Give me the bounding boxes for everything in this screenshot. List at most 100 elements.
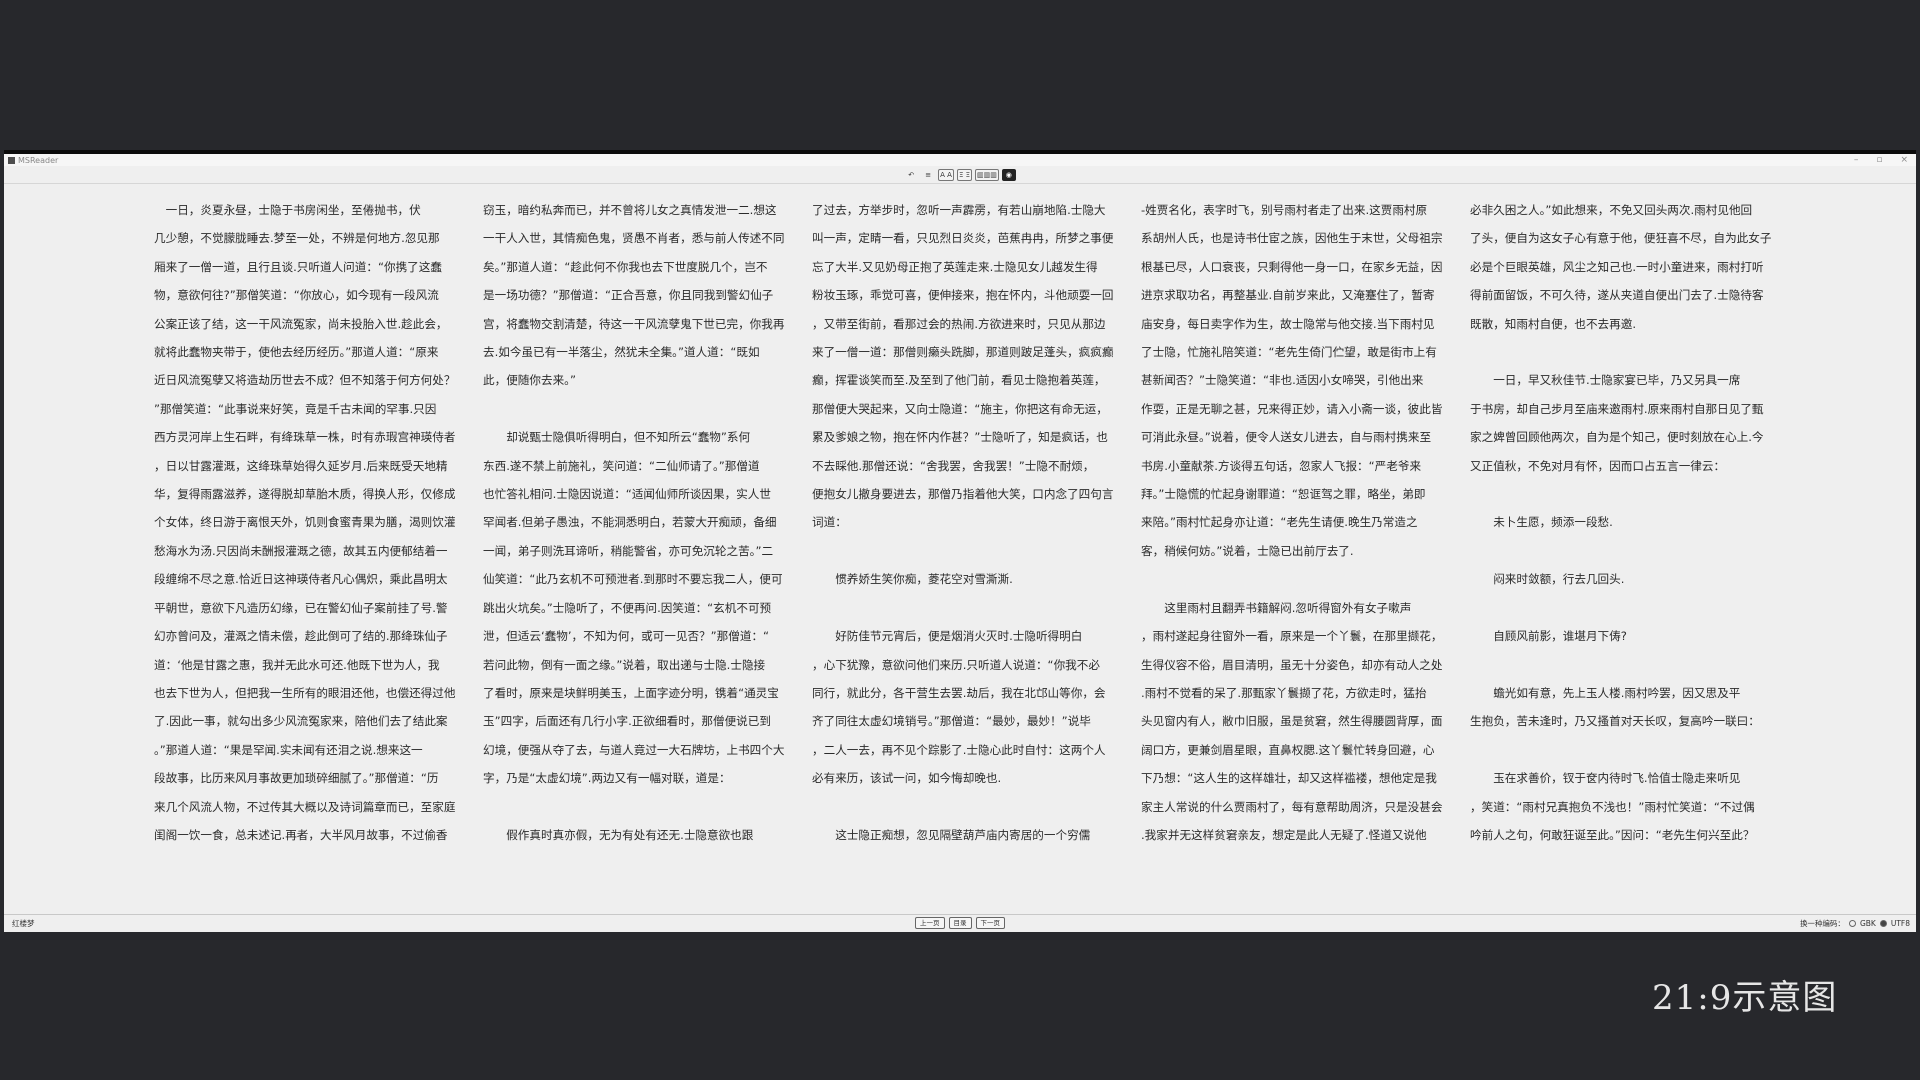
text-line: 矣。”那道人道：“趁此何不你我也去下世度脱几个，岂不 [483, 259, 768, 274]
toolbar: ↶ ≡ A A Ξ Ξ ▥▥▥ ◉ [4, 168, 1916, 182]
text-line: 累及爹娘之物，抱在怀内作甚？”士隐听了，知是疯话，也 [812, 430, 1108, 445]
text-line: 玉在求善价，钗于奁内待时飞.恰值士隐走来听见 [1470, 771, 1741, 786]
text-line: 惯养娇生笑你痴，菱花空对雪澌澌. [812, 572, 1013, 587]
next-page-button[interactable]: 下一页 [975, 917, 1005, 929]
minimize-icon[interactable]: – [1854, 155, 1859, 165]
text-line: ，又带至街前，看那过会的热闹.方欲进来时，只见从那边 [812, 316, 1106, 331]
utf8-radio[interactable] [1879, 920, 1887, 927]
list-icon[interactable]: ≡ [921, 169, 935, 181]
line-spacing-button[interactable]: Ξ Ξ [956, 169, 973, 181]
text-line: 作耍，正是无聊之甚，兄来得正妙，请入小斋一谈，彼此皆 [1141, 401, 1443, 416]
text-line: 来了一僧一道：那僧则癞头跣脚，那道则跛足蓬头，疯疯癫 [812, 345, 1114, 360]
text-line: 齐了同往太虚幻境销号。”那僧道：“最妙，最妙！”说毕 [812, 714, 1091, 729]
text-line: 物，意欲何往?”那僧笑道：“你放心，如今现有一段风流 [154, 288, 439, 303]
page-navigation: 上一页 目录 下一页 [915, 917, 1005, 929]
text-line: 公案正该了结，这一干风流冤家，尚未投胎入世.趁此会， [154, 316, 448, 331]
text-line: 却说甄士隐俱听得明白，但不知所云“蠢物”系何 [483, 430, 751, 445]
text-line: 东西.遂不禁上前施礼，笑问道：“二仙师请了。”那僧道 [483, 458, 760, 473]
text-line: 客，稍候何妨。”说着，士隐已出前厅去了. [1141, 543, 1354, 558]
text-line: 宫，将蠢物交割清楚，待这一干风流孽鬼下世已完，你我再 [483, 316, 785, 331]
text-line: 了头，便自为这女子心有意于他，便狂喜不尽，自为此女子 [1470, 231, 1772, 246]
text-line: 这士隐正痴想，忽见隔壁葫芦庙内寄居的一个穷儒 [812, 827, 1091, 842]
app-icon [8, 156, 15, 164]
text-line: .我家并无这样贫窘亲友，想定是此人无疑了.怪道又说他 [1141, 827, 1427, 842]
maximize-icon[interactable]: ▫ [1876, 155, 1882, 165]
text-line: 闺阁一饮一食，总未述记.再者，大半风月故事，不过偷香 [154, 827, 448, 842]
utf8-label: UTF8 [1890, 919, 1910, 928]
text-line: -姓贾名化，表字时飞，别号雨村者走了出来.这贾雨村原 [1141, 203, 1428, 217]
text-line [812, 594, 1141, 622]
prev-page-button[interactable]: 上一页 [915, 917, 945, 929]
gbk-label: GBK [1859, 919, 1876, 928]
text-line: 闷来时敛额，行去几回头. [1470, 572, 1625, 587]
text-line: 生得仪容不俗，眉目清明，虽无十分姿色，却亦有动人之处 [1141, 657, 1443, 672]
book-title: 红楼梦 [12, 919, 35, 928]
text-line: 愁海水为汤.只因尚未酬报灌溉之德，故其五内便郁结着一 [154, 543, 448, 558]
text-line: ，日以甘露灌溉，这绛珠草始得久延岁月.后来既受天地精 [154, 458, 448, 473]
window-controls: – ▫ × [1854, 154, 1908, 166]
text-line [1470, 594, 1799, 622]
app-title: MSReader [18, 155, 59, 165]
text-line: 道：‘他是甘露之惠，我并无此水可还.他既下世为人，我 [154, 657, 440, 672]
text-line: 西方灵河岸上生石畔，有绛珠草一株，时有赤瑕宫神瑛侍者 [154, 430, 456, 445]
text-line: 来陪。”雨村忙起身亦让道：“老先生请便.晚生乃常造之 [1141, 515, 1418, 530]
text-line: 段故事，比历来风月事故更加琐碎细腻了。”那僧道：“历 [154, 771, 439, 786]
text-line: 一日，早又秋佳节.士隐家宴已毕，乃又另具一席 [1470, 373, 1741, 388]
text-line: 癫，挥霍谈笑而至.及至到了他门前，看见士隐抱着英莲， [812, 373, 1106, 388]
reader-window: MSReader – ▫ × ↶ ≡ A A Ξ Ξ ▥▥▥ ◉ 一日，炎夏永昼… [4, 150, 1916, 932]
text-line: 段缠绵不尽之意.恰近日这神瑛侍者凡心偶炽，乘此昌明太 [154, 572, 448, 587]
toolbar-divider [4, 183, 1916, 184]
close-icon[interactable]: × [1900, 155, 1908, 165]
text-line: 跳出火坑矣。”士隐听了，不便再问.因笑道：“玄机不可预 [483, 600, 772, 615]
text-line: 。”那道人道：“果是罕闻.实未闻有还泪之说.想来这一 [154, 742, 423, 757]
theme-toggle-icon[interactable]: ◉ [1001, 169, 1016, 181]
text-line: 了过去，方举步时，忽听一声霹雳，有若山崩地陷.士隐大 [812, 203, 1106, 217]
text-line: 了士隐，忙施礼陪笑道：“老先生倚门伫望，敢是街市上有 [1141, 345, 1437, 360]
text-line: 罕闻者.但弟子愚浊，不能洞悉明白，若蒙大开痴顽，备细 [483, 515, 777, 530]
text-column-3: 了过去，方举步时，忽听一声霹雳，有若山崩地陷.士隐大 叫一声，定睛一看，只见烈日炎… [812, 196, 1141, 866]
text-line: 阔口方，更兼剑眉星眼，直鼻权腮.这丫鬟忙转身回避，心 [1141, 742, 1435, 757]
text-line: 头见窗内有人，敝巾旧服，虽是贫窘，然生得腰圆背厚，面 [1141, 714, 1443, 729]
text-line: 是一场功德？”那僧道：“正合吾意，你且同我到警幻仙子 [483, 288, 774, 303]
text-line: 好防佳节元宵后，便是烟消火灭时.士隐听得明白 [812, 629, 1083, 644]
column-layout-button[interactable]: ▥▥▥ [975, 169, 999, 181]
text-line: 庙安身，每日卖字作为生，故士隐常与他交接.当下雨村见 [1141, 316, 1435, 331]
text-line: 了.因此一事，就勾出多少风流冤家来，陪他们去了结此案 [154, 714, 448, 729]
undo-icon[interactable]: ↶ [904, 169, 918, 181]
text-line: 来几个风流人物，不过传其大概以及诗词篇章而已，至家庭 [154, 799, 456, 814]
text-line: 下乃想：“这人生的这样雄壮，却又这样褴褛，想他定是我 [1141, 771, 1437, 786]
text-line: 必非久困之人。”如此想来，不免又回头两次.雨村见他回 [1470, 203, 1753, 217]
text-line: 一闻，弟子则洗耳谛听，稍能警省，亦可免沉轮之苦。”二 [483, 543, 774, 558]
text-line [1141, 565, 1470, 593]
text-column-4: -姓贾名化，表字时飞，别号雨村者走了出来.这贾雨村原 系胡州人氏，也是诗书仕宦之族… [1141, 196, 1470, 866]
toc-button[interactable]: 目录 [948, 917, 972, 929]
text-line: 一日，炎夏永昼，士隐于书房闲坐，至倦抛书，伏 [154, 203, 421, 217]
text-line [483, 793, 812, 821]
text-line: 根基已尽，人口衰丧，只剩得他一身一口，在家乡无益，因 [1141, 259, 1443, 274]
text-line: 玉”四字，后面还有几行小字.正欲细看时，那僧便说已到 [483, 714, 771, 729]
text-line: ，笑道：“雨村兄真抱负不浅也！”雨村忙笑道：“不过偶 [1470, 799, 1755, 814]
status-bar: 红楼梦 上一页 目录 下一页 换一种编码： GBK UTF8 [4, 916, 1916, 930]
text-line: 粉妆玉琢，乖觉可喜，便伸接来，抱在怀内，斗他顽耍一回 [812, 288, 1114, 303]
text-line: 了看时，原来是块鲜明美玉，上面字迹分明，镌着“通灵宝 [483, 685, 779, 700]
text-line [1470, 480, 1799, 508]
text-line: 未卜生愿，频添一段愁. [1470, 515, 1613, 530]
font-size-button[interactable]: A A [938, 169, 954, 181]
text-line: ”那僧笑道：“此事说来好笑，竟是千古未闻的罕事.只因 [154, 401, 437, 416]
text-line: 生抱负，苦未逢时，乃又搔首对天长叹，复高吟一联曰： [1470, 714, 1760, 729]
text-line: 叫一声，定睛一看，只见烈日炎炎，芭蕉冉冉，所梦之事便 [812, 231, 1114, 246]
text-line: 得前面留饭，不可久待，遂从夹道自便出门去了.士隐待客 [1470, 288, 1764, 303]
text-column-1: 一日，炎夏永昼，士隐于书房闲坐，至倦抛书，伏 几少憩，不觉朦胧睡去.梦至一处，不辨… [154, 196, 483, 866]
text-line: 若问此物，倒有一面之缘。”说着，取出递与士隐.士隐接 [483, 657, 766, 672]
text-line: 就将此蠢物夹带于，使他去经历经历。”那道人道：“原来 [154, 345, 439, 360]
text-line: 假作真时真亦假，无为有处有还无.士隐意欲也跟 [483, 827, 754, 842]
text-line: 一干人入世，其情痴色鬼，贤愚不肖者，悉与前人传述不同 [483, 231, 785, 246]
text-line: 书房.小童献茶.方谈得五句话，忽家人飞报：“严老爷来 [1141, 458, 1422, 473]
gbk-radio[interactable] [1848, 920, 1856, 927]
text-line [812, 793, 1141, 821]
encoding-label: 换一种编码： [1799, 919, 1845, 928]
text-line: 同行，就此分，各干营生去罢.劫后，我在北邙山等你，会 [812, 685, 1106, 700]
text-line: 字，乃是“太虚幻境”.两边又有一幅对联，道是： [483, 771, 731, 786]
text-line: 近日风流冤孽又将造劫历世去不成？但不知落于何方何处？ [154, 373, 456, 388]
text-line: 词道： [812, 515, 847, 530]
